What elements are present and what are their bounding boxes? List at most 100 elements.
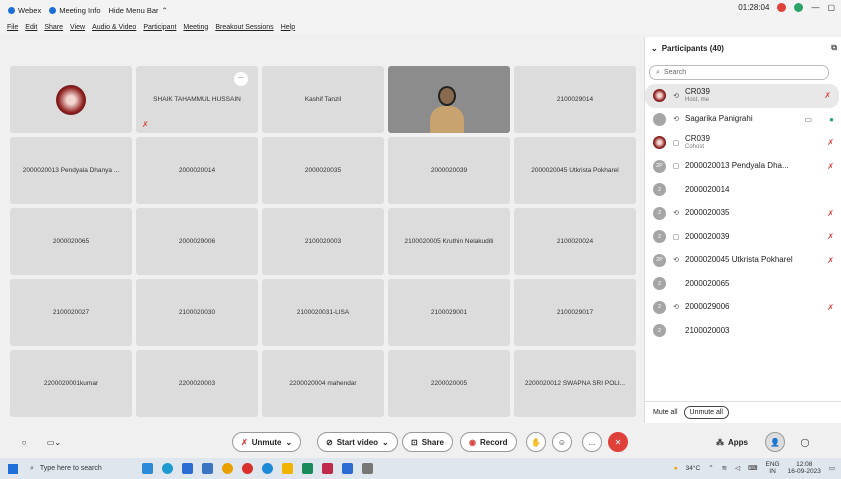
more-options-button[interactable]: ... <box>582 432 602 452</box>
tray-chevron-icon[interactable]: ⌃ <box>708 464 713 472</box>
video-tile[interactable]: 2100020030 <box>136 279 258 346</box>
hand-icon[interactable]: ✋ <box>526 432 546 452</box>
participants-header[interactable]: ⌄ Participants (40) ⧉ <box>645 37 841 59</box>
menu-breakout-sessions[interactable]: Breakout Sessions <box>215 24 273 31</box>
video-tile[interactable]: 2200020005 <box>388 350 510 417</box>
video-tile[interactable]: 2100029001 <box>388 279 510 346</box>
connection-indicator-icon[interactable] <box>794 3 804 12</box>
share-button[interactable]: ⊡ Share <box>402 432 453 452</box>
participant-row[interactable]: 2P ⟲ 2000020045 Utkrista Pokharel ✗ <box>645 249 841 273</box>
edge-browser-icon[interactable] <box>161 463 173 474</box>
muted-mic-icon[interactable]: ✗ <box>824 91 831 100</box>
app-icon[interactable] <box>301 463 313 474</box>
participant-row[interactable]: 2 2000020065 <box>645 272 841 296</box>
video-tile[interactable]: 2000029006 <box>136 208 258 275</box>
weather-icon[interactable]: ● <box>674 465 678 472</box>
record-button[interactable]: ◉ Record <box>460 432 517 452</box>
video-tile[interactable]: 2100020003 <box>262 208 384 275</box>
minimize-button[interactable]: — <box>811 3 819 12</box>
video-tile[interactable]: ... SHAIK TAHAMMUL HUSSAIN ✗ <box>136 66 258 133</box>
participant-row[interactable]: 2 2000020014 <box>645 178 841 202</box>
menu-view[interactable]: View <box>70 24 85 31</box>
wifi-icon[interactable]: ≋ <box>722 464 727 472</box>
video-tile[interactable]: 2000020013 Pendyala Dhanya ... <box>10 137 132 204</box>
volume-icon[interactable]: ◁ <box>735 464 740 472</box>
mic-on-icon[interactable]: ● <box>829 115 834 124</box>
video-tile[interactable]: 2200020012 SWAPNA SRI POLI... <box>514 350 636 417</box>
mute-all-button[interactable]: Mute all <box>653 409 678 416</box>
file-explorer-icon[interactable] <box>281 463 293 474</box>
participant-row[interactable]: 2 2100020003 <box>645 319 841 343</box>
hide-menu-bar-button[interactable]: Hide Menu Bar ⌃ <box>109 6 168 15</box>
status-icon[interactable]: ○ <box>14 432 34 452</box>
restore-button[interactable]: ▢ <box>827 3 835 12</box>
menu-help[interactable]: Help <box>281 24 295 31</box>
mail-icon[interactable] <box>201 463 213 474</box>
reactions-icon[interactable]: ☺ <box>552 432 572 452</box>
widgets-icon[interactable] <box>141 463 153 474</box>
participant-row[interactable]: 2 ⟲ 2000020035 ✗ <box>645 202 841 226</box>
menu-edit[interactable]: Edit <box>25 24 37 31</box>
clock[interactable]: 12:08 16-09-2023 <box>788 461 821 475</box>
unmute-button[interactable]: ✗ Unmute ⌄ <box>232 432 302 452</box>
video-tile-camera[interactable] <box>388 66 510 133</box>
menu-audio-video[interactable]: Audio & Video <box>92 24 136 31</box>
apps-button[interactable]: ⁂ Apps <box>708 432 756 452</box>
participant-row[interactable]: 2P ▢ 2000020013 Pendyala Dha... ✗ <box>645 155 841 179</box>
video-tile[interactable]: 2000020045 Utkrista Pokharel <box>514 137 636 204</box>
webex-menu[interactable]: Webex <box>8 6 41 15</box>
webex-taskbar-icon[interactable] <box>341 463 353 474</box>
participant-row[interactable]: ⟲ CR039 Host, me ✗ <box>645 84 839 108</box>
weather-temp[interactable]: 34°C <box>686 465 701 472</box>
participant-row[interactable]: ⟲ Sagarika Panigrahi ▭ ● <box>645 108 841 132</box>
meeting-info-button[interactable]: Meeting Info <box>49 6 101 15</box>
opera-icon[interactable] <box>241 463 253 474</box>
captions-icon[interactable]: ▭⌄ <box>44 432 64 452</box>
muted-mic-icon[interactable]: ✗ <box>827 209 834 218</box>
settings-icon[interactable] <box>361 463 373 474</box>
keyboard-icon[interactable]: ⌨ <box>748 464 757 472</box>
more-options-button[interactable]: ... <box>234 72 248 86</box>
video-tile[interactable]: 2100020027 <box>10 279 132 346</box>
video-tile[interactable]: 2100020024 <box>514 208 636 275</box>
browser-icon[interactable] <box>261 463 273 474</box>
store-icon[interactable] <box>181 463 193 474</box>
language-indicator[interactable]: ENG IN <box>766 461 780 475</box>
participant-row[interactable]: 2 ▢ 2000020039 ✗ <box>645 225 841 249</box>
notifications-icon[interactable]: ▭ <box>829 464 835 472</box>
video-tile[interactable]: 2000020065 <box>10 208 132 275</box>
muted-mic-icon[interactable]: ✗ <box>827 256 834 265</box>
participant-search-input[interactable]: ⌕ Search <box>649 65 829 80</box>
menu-file[interactable]: File <box>7 24 18 31</box>
windows-start-icon[interactable] <box>8 463 18 474</box>
participant-row[interactable]: ▢ CR039 Cohost ✗ <box>645 131 841 155</box>
popout-icon[interactable]: ⧉ <box>831 43 837 53</box>
video-tile[interactable]: 2200020004 mahendar <box>262 350 384 417</box>
chat-icon[interactable]: ◯ <box>795 432 815 452</box>
chevron-down-icon[interactable]: ⌄ <box>651 44 658 53</box>
start-video-button[interactable]: ⊘ Start video ⌄ <box>317 432 398 452</box>
menu-share[interactable]: Share <box>44 24 63 31</box>
video-tile[interactable]: 2200020003 <box>136 350 258 417</box>
recording-indicator-icon[interactable] <box>777 3 787 12</box>
video-tile[interactable]: Kashif Tanzil <box>262 66 384 133</box>
video-tile[interactable]: 2000020039 <box>388 137 510 204</box>
video-tile[interactable]: 2000020035 <box>262 137 384 204</box>
muted-mic-icon[interactable]: ✗ <box>827 232 834 241</box>
muted-mic-icon[interactable]: ✗ <box>827 303 834 312</box>
chrome-icon[interactable] <box>221 463 233 474</box>
menu-meeting[interactable]: Meeting <box>183 24 208 31</box>
participants-icon[interactable]: 👤 <box>765 432 785 452</box>
photos-icon[interactable] <box>321 463 333 474</box>
participant-row[interactable]: 2 ⟲ 2000029006 ✗ <box>645 296 841 320</box>
unmute-all-button[interactable]: Unmute all <box>683 406 729 419</box>
video-tile[interactable]: 2100020031-LISA <box>262 279 384 346</box>
muted-mic-icon[interactable]: ✗ <box>827 138 834 147</box>
video-tile[interactable]: 2200020001kumar <box>10 350 132 417</box>
menu-participant[interactable]: Participant <box>143 24 176 31</box>
video-tile[interactable] <box>10 66 132 133</box>
video-tile[interactable]: 2000020014 <box>136 137 258 204</box>
muted-mic-icon[interactable]: ✗ <box>827 162 834 171</box>
video-tile[interactable]: 2100029017 <box>514 279 636 346</box>
video-tile[interactable]: 2100020005 Kruthin Nelakuditi <box>388 208 510 275</box>
